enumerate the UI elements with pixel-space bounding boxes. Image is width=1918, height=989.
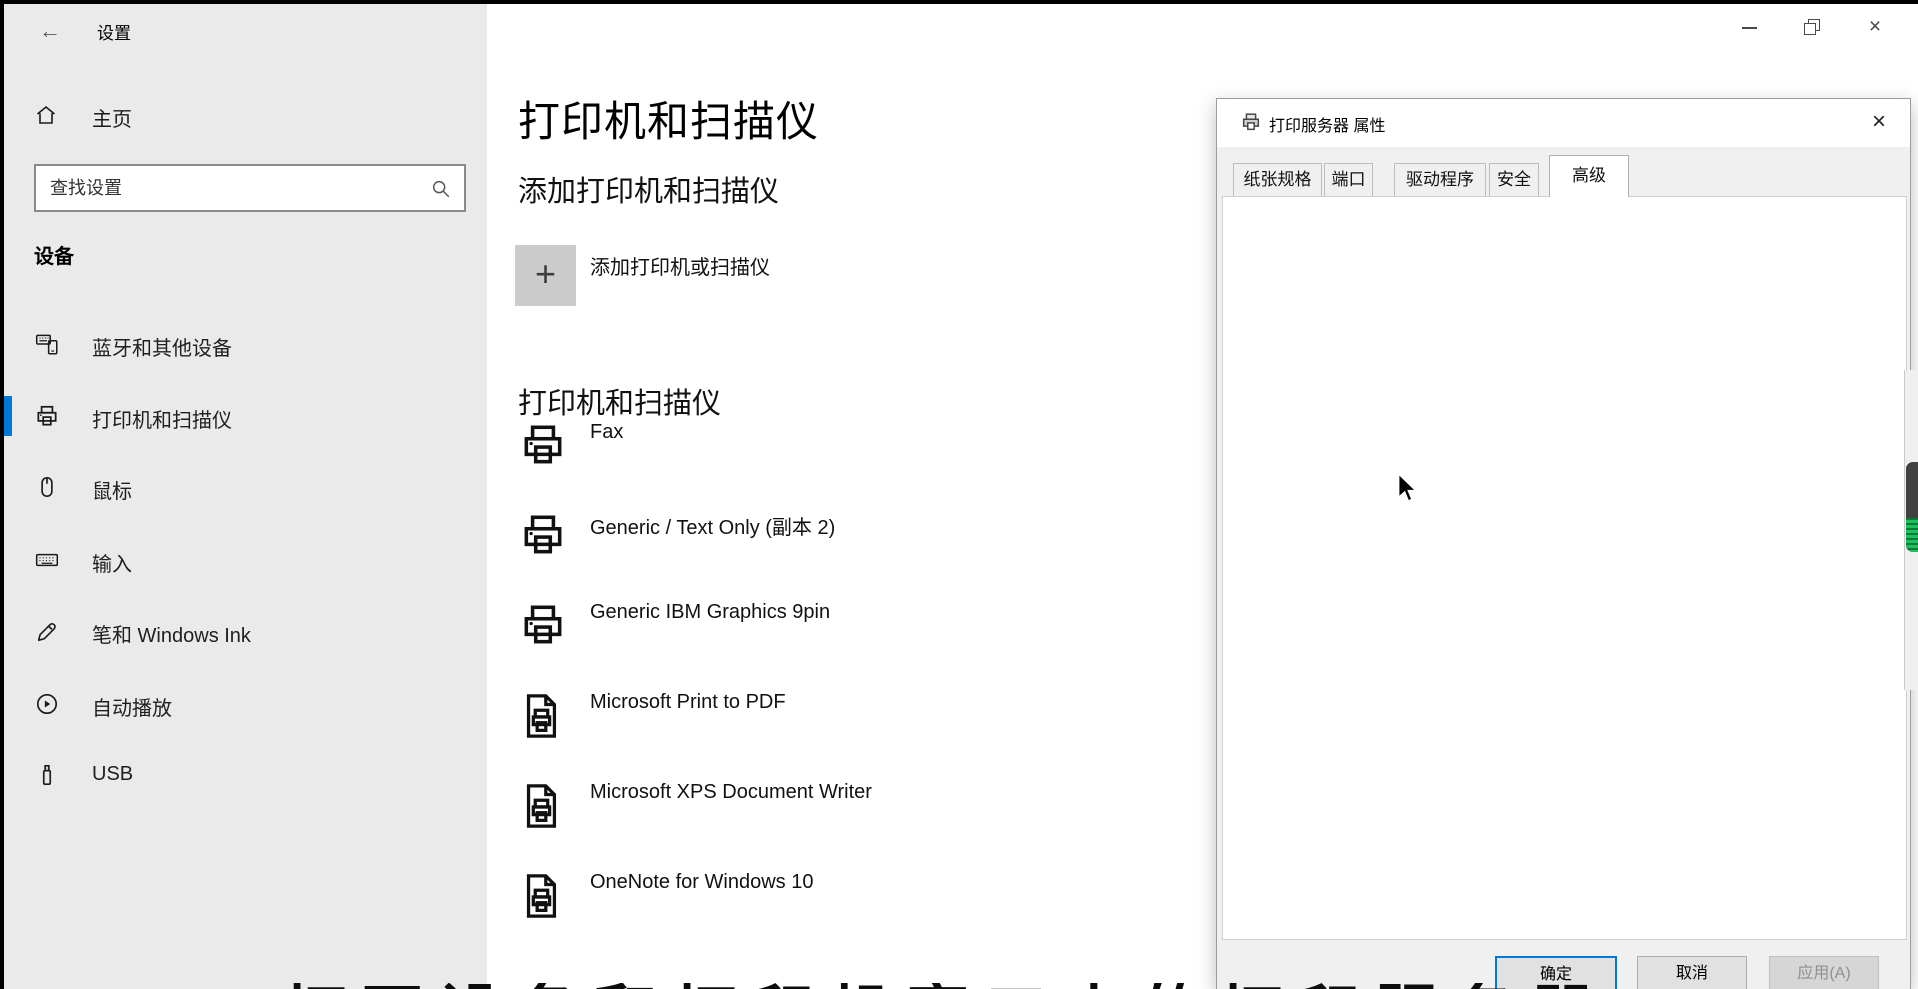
printer-row-onenote[interactable]: OneNote for Windows 10 xyxy=(515,865,1215,927)
sidebar-item-usb[interactable]: USB xyxy=(4,753,487,797)
clipped-caption-fragments: 打开设备和打印机窗口中的打印服务器属性页 xyxy=(282,983,1612,989)
advanced-tab-panel xyxy=(1222,196,1907,940)
window-controls: × xyxy=(1721,10,1904,46)
sidebar-section-devices: 设备 xyxy=(34,240,74,269)
keyboard-icon xyxy=(34,547,60,573)
sidebar-home-label: 主页 xyxy=(92,103,132,132)
printer-icon xyxy=(34,403,60,429)
sidebar-item-typing[interactable]: 输入 xyxy=(4,538,487,582)
screen-edge-left xyxy=(0,0,4,989)
sidebar-item-printers[interactable]: 打印机和扫描仪 xyxy=(4,394,487,438)
sidebar-item-label: 鼠标 xyxy=(92,475,132,504)
printer-name: Fax xyxy=(590,421,623,444)
printer-row-xps-writer[interactable]: Microsoft XPS Document Writer xyxy=(515,775,1215,837)
tab-paper-sizes[interactable]: 纸张规格 xyxy=(1233,163,1322,196)
search-input[interactable] xyxy=(50,170,420,206)
tab-advanced[interactable]: 高级 xyxy=(1549,155,1629,197)
printer-row-generic-text[interactable]: Generic / Text Only (副本 2) xyxy=(515,505,1215,567)
plus-icon[interactable]: + xyxy=(515,245,576,306)
restore-button[interactable] xyxy=(1784,10,1842,46)
print-document-icon xyxy=(518,779,564,833)
sidebar-item-home[interactable]: 主页 xyxy=(4,96,487,136)
mouse-cursor xyxy=(1396,474,1418,504)
dialog-footer: 确定 取消 应用(A) xyxy=(1217,940,1910,989)
dialog-titlebar: 打印服务器 属性 × xyxy=(1217,99,1910,147)
printer-name: Microsoft Print to PDF xyxy=(590,691,786,714)
search-icon[interactable] xyxy=(430,178,452,200)
minimize-button[interactable] xyxy=(1721,10,1779,46)
sidebar-item-label: 自动播放 xyxy=(92,692,172,721)
usb-icon xyxy=(34,762,60,788)
printer-row-fax[interactable]: Fax xyxy=(515,415,1215,477)
printer-icon xyxy=(1239,111,1263,133)
printer-row-generic-ibm[interactable]: Generic IBM Graphics 9pin xyxy=(515,595,1215,657)
printer-name: Generic IBM Graphics 9pin xyxy=(590,601,830,624)
print-server-properties-dialog: 打印服务器 属性 × 纸张规格 端口 驱动程序 安全 高级 DESKTOP-VQ… xyxy=(1216,98,1911,989)
print-document-icon xyxy=(518,869,564,923)
apply-button[interactable]: 应用(A) xyxy=(1769,956,1879,989)
screen: ← 设置 主页 设备 蓝牙和其他设备 打印机和扫描仪 xyxy=(0,0,1918,989)
back-button[interactable]: ← xyxy=(32,16,68,46)
sidebar-item-pen[interactable]: 笔和 Windows Ink xyxy=(4,609,487,653)
print-document-icon xyxy=(518,689,564,743)
plus-glyph: + xyxy=(535,253,556,294)
sidebar-item-label: 打印机和扫描仪 xyxy=(92,404,232,433)
printer-name: Generic / Text Only (副本 2) xyxy=(590,511,835,540)
scrollbar-green-marker xyxy=(1906,518,1918,552)
printer-row-print-to-pdf[interactable]: Microsoft Print to PDF xyxy=(515,685,1215,747)
mouse-icon xyxy=(34,474,60,500)
tab-security[interactable]: 安全 xyxy=(1489,163,1539,196)
add-section-heading: 添加打印机和扫描仪 xyxy=(518,168,779,210)
sidebar-item-autoplay[interactable]: 自动播放 xyxy=(4,682,487,726)
app-title: 设置 xyxy=(97,19,131,44)
search-box[interactable] xyxy=(34,164,466,212)
printer-icon xyxy=(518,599,568,651)
caption-text: 打开设备和打印机窗口中的打印服务器属性页 xyxy=(282,983,1612,989)
sidebar-item-label: 输入 xyxy=(92,548,132,577)
screen-edge-top xyxy=(0,0,1918,4)
add-printer-label: 添加打印机或扫描仪 xyxy=(590,251,770,280)
page-title: 打印机和扫描仪 xyxy=(518,88,819,149)
printer-name: Microsoft XPS Document Writer xyxy=(590,781,872,804)
add-printer-button[interactable]: + 添加打印机或扫描仪 xyxy=(515,245,1115,306)
sidebar-item-label: 笔和 Windows Ink xyxy=(92,619,251,648)
bluetooth-devices-icon xyxy=(34,331,60,357)
printer-name: OneNote for Windows 10 xyxy=(590,871,813,894)
sidebar-item-label: USB xyxy=(92,763,133,786)
pen-icon xyxy=(34,618,60,644)
scrollbar-thumb[interactable] xyxy=(1906,462,1918,552)
settings-sidebar: ← 设置 主页 设备 蓝牙和其他设备 打印机和扫描仪 xyxy=(4,4,487,989)
close-button[interactable]: × xyxy=(1846,10,1904,46)
titlebar: ← 设置 xyxy=(4,12,487,56)
cancel-button[interactable]: 取消 xyxy=(1637,956,1747,989)
sidebar-item-bluetooth[interactable]: 蓝牙和其他设备 xyxy=(4,322,487,366)
sidebar-item-mouse[interactable]: 鼠标 xyxy=(4,465,487,509)
printer-icon xyxy=(518,419,568,471)
sidebar-item-label: 蓝牙和其他设备 xyxy=(92,332,232,361)
dialog-close-icon[interactable]: × xyxy=(1862,105,1896,139)
dialog-title: 打印服务器 属性 xyxy=(1269,112,1385,136)
home-icon xyxy=(34,103,58,127)
tab-drivers[interactable]: 驱动程序 xyxy=(1394,163,1486,196)
tab-ports[interactable]: 端口 xyxy=(1324,163,1373,196)
autoplay-icon xyxy=(34,691,60,717)
printer-icon xyxy=(518,509,568,561)
